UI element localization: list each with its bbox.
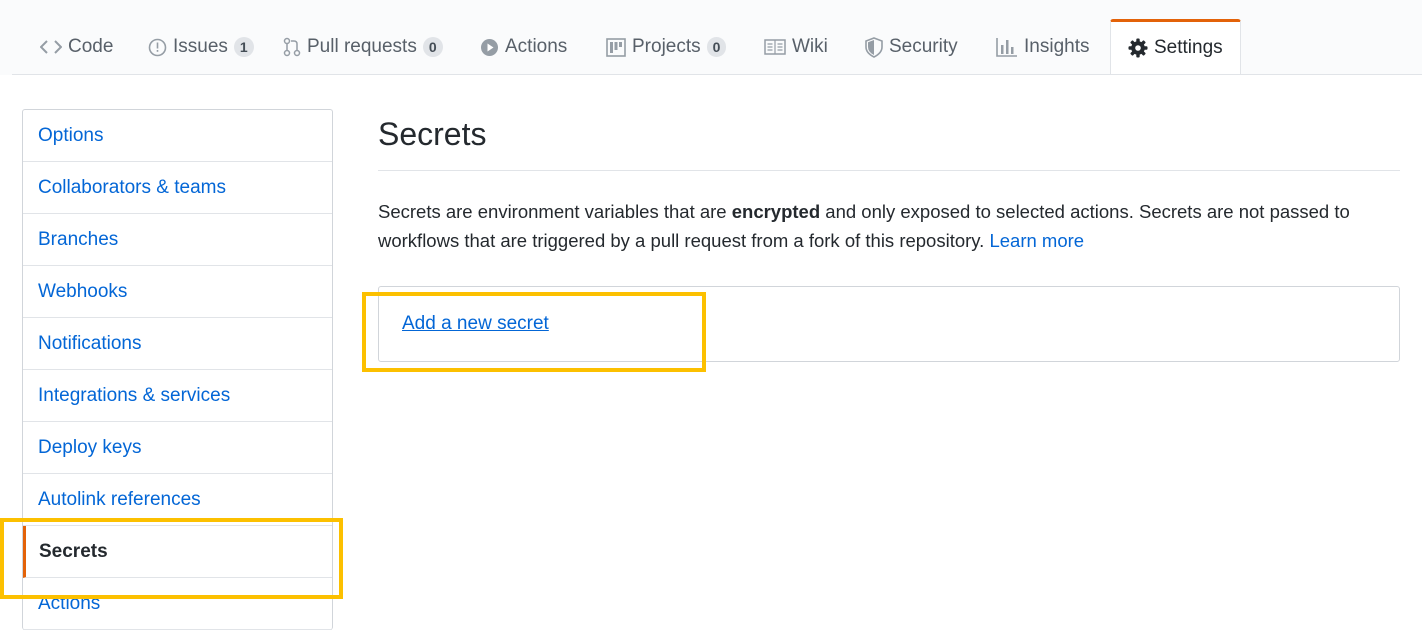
- sidebar-item-integrations-services[interactable]: Integrations & services: [23, 370, 332, 422]
- sidebar-item-deploy-keys[interactable]: Deploy keys: [23, 422, 332, 474]
- page-title: Secrets: [378, 116, 487, 152]
- tab-security[interactable]: Security: [865, 20, 958, 74]
- tab-label: Security: [889, 36, 958, 57]
- pull-requests-count-badge: 0: [422, 37, 443, 57]
- tab-code[interactable]: Code: [40, 20, 113, 74]
- sidebar-item-collaborators-teams[interactable]: Collaborators & teams: [23, 162, 332, 214]
- book-icon: [764, 39, 786, 55]
- project-icon: [606, 37, 626, 57]
- tab-label: Actions: [505, 36, 568, 57]
- description-emphasis: encrypted: [731, 201, 821, 222]
- tab-actions[interactable]: Actions: [480, 20, 567, 74]
- tab-label: Wiki: [792, 36, 828, 57]
- highlight-box: [362, 292, 706, 372]
- tab-label: Pull requests: [307, 36, 417, 57]
- sidebar-item-branches[interactable]: Branches: [23, 214, 332, 266]
- issue-icon: [148, 38, 167, 57]
- sidebar-item-webhooks[interactable]: Webhooks: [23, 266, 332, 318]
- description-text: Secrets are environment variables that a…: [378, 201, 732, 222]
- tab-wiki[interactable]: Wiki: [764, 20, 828, 74]
- secrets-description: Secrets are environment variables that a…: [378, 197, 1408, 255]
- tab-label: Issues: [173, 36, 228, 57]
- tab-insights[interactable]: Insights: [996, 20, 1089, 74]
- tab-issues[interactable]: Issues 1: [148, 20, 254, 74]
- gear-icon: [1128, 38, 1148, 58]
- issues-count-badge: 1: [233, 37, 254, 57]
- tab-label: Settings: [1154, 37, 1223, 58]
- sidebar-item-notifications[interactable]: Notifications: [23, 318, 332, 370]
- tab-label: Projects: [632, 36, 701, 57]
- play-icon: [480, 38, 499, 57]
- tab-label: Code: [68, 36, 114, 57]
- sidebar-item-options[interactable]: Options: [23, 110, 332, 162]
- learn-more-link[interactable]: Learn more: [989, 230, 1084, 251]
- code-icon: [40, 40, 62, 54]
- tab-label: Insights: [1024, 36, 1090, 57]
- pull-request-icon: [283, 37, 301, 57]
- graph-icon: [996, 37, 1018, 57]
- shield-icon: [865, 36, 883, 58]
- tab-projects[interactable]: Projects 0: [606, 20, 727, 74]
- tab-settings[interactable]: Settings: [1110, 19, 1241, 74]
- title-divider: [378, 170, 1400, 171]
- highlight-box: [0, 518, 343, 599]
- tabs-divider: [12, 74, 1422, 75]
- tab-pull-requests[interactable]: Pull requests 0: [283, 20, 443, 74]
- projects-count-badge: 0: [706, 37, 727, 57]
